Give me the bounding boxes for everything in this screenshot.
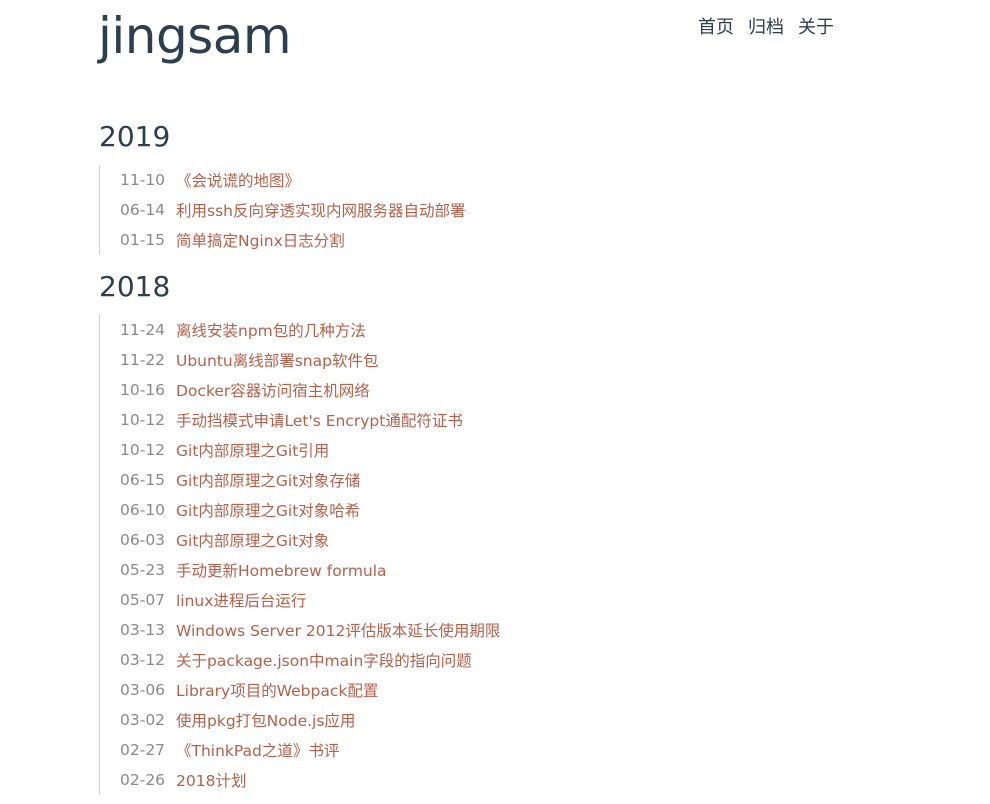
post-title-link[interactable]: 手动挡模式申请Let's Encrypt通配符证书 — [176, 409, 463, 431]
post-title-link[interactable]: 2018计划 — [176, 769, 246, 791]
post-date: 11-10 — [120, 171, 166, 189]
post-list: 11-24 离线安装npm包的几种方法 11-22 Ubuntu离线部署snap软件包… — [99, 315, 839, 795]
post-item: 02-26 2018计划 — [100, 765, 839, 795]
post-item: 11-10 《会说谎的地图》 — [100, 165, 839, 195]
year-section: 2018 11-24 离线安装npm包的几种方法 11-22 Ubuntu离线部署sna… — [99, 268, 839, 795]
post-title-link[interactable]: 利用ssh反向穿透实现内网服务器自动部署 — [176, 199, 465, 221]
post-title-link[interactable]: 《ThinkPad之道》书评 — [176, 739, 339, 761]
post-title-link[interactable]: 简单搞定Nginx日志分割 — [176, 229, 345, 251]
post-title-link[interactable]: Docker容器访问宿主机网络 — [176, 379, 370, 401]
post-date: 10-12 — [120, 411, 166, 429]
post-title-link[interactable]: 离线安装npm包的几种方法 — [176, 319, 366, 341]
post-title-link[interactable]: 使用pkg打包Node.js应用 — [176, 709, 355, 731]
post-title-link[interactable]: Git内部原理之Git对象哈希 — [176, 499, 360, 521]
post-list: 11-10 《会说谎的地图》 06-14 利用ssh反向穿透实现内网服务器自动部署 01… — [99, 165, 839, 255]
post-date: 01-15 — [120, 231, 166, 249]
nav-home-link[interactable]: 首页 — [698, 16, 734, 40]
post-item: 06-03 Git内部原理之Git对象 — [100, 525, 839, 555]
post-date: 03-06 — [120, 681, 166, 699]
post-item: 11-22 Ubuntu离线部署snap软件包 — [100, 345, 839, 375]
post-item: 06-14 利用ssh反向穿透实现内网服务器自动部署 — [100, 195, 839, 225]
site-header: jingsam 首页 归档 关于 — [98, 0, 838, 80]
page: jingsam 首页 归档 关于 2019 11-10 《会说谎的地图》 06-14 利… — [0, 0, 990, 804]
post-item: 10-12 手动挡模式申请Let's Encrypt通配符证书 — [100, 405, 839, 435]
post-item: 05-07 linux进程后台运行 — [100, 585, 839, 615]
post-date: 06-03 — [120, 531, 166, 549]
post-title-link[interactable]: linux进程后台运行 — [176, 589, 306, 611]
post-item: 01-15 简单搞定Nginx日志分割 — [100, 225, 839, 255]
post-date: 02-27 — [120, 741, 166, 759]
post-item: 03-12 关于package.json中main字段的指向问题 — [100, 645, 839, 675]
post-item: 03-02 使用pkg打包Node.js应用 — [100, 705, 839, 735]
archive-list: 2019 11-10 《会说谎的地图》 06-14 利用ssh反向穿透实现内网服务器自动… — [99, 118, 839, 795]
post-date: 06-10 — [120, 501, 166, 519]
year-heading: 2019 — [99, 120, 171, 153]
post-title-link[interactable]: Windows Server 2012评估版本延长使用期限 — [176, 619, 500, 641]
post-date: 11-22 — [120, 351, 166, 369]
post-title-link[interactable]: Git内部原理之Git对象 — [176, 529, 329, 551]
post-title-link[interactable]: Git内部原理之Git对象存储 — [176, 469, 360, 491]
site-title-link[interactable]: jingsam — [98, 6, 292, 66]
year-heading: 2018 — [99, 270, 171, 303]
post-item: 10-12 Git内部原理之Git引用 — [100, 435, 839, 465]
post-title-link[interactable]: Ubuntu离线部署snap软件包 — [176, 349, 378, 371]
post-item: 06-15 Git内部原理之Git对象存储 — [100, 465, 839, 495]
post-date: 06-15 — [120, 471, 166, 489]
post-date: 03-02 — [120, 711, 166, 729]
post-date: 05-07 — [120, 591, 166, 609]
post-title-link[interactable]: Library项目的Webpack配置 — [176, 679, 378, 701]
nav-about-link[interactable]: 关于 — [798, 16, 834, 40]
post-date: 10-12 — [120, 441, 166, 459]
post-date: 05-23 — [120, 561, 166, 579]
main-nav: 首页 归档 关于 — [698, 16, 834, 40]
post-date: 03-13 — [120, 621, 166, 639]
year-section: 2019 11-10 《会说谎的地图》 06-14 利用ssh反向穿透实现内网服务器自动… — [99, 118, 839, 255]
post-item: 11-24 离线安装npm包的几种方法 — [100, 315, 839, 345]
post-item: 02-27 《ThinkPad之道》书评 — [100, 735, 839, 765]
post-date: 06-14 — [120, 201, 166, 219]
post-title-link[interactable]: Git内部原理之Git引用 — [176, 439, 329, 461]
post-date: 11-24 — [120, 321, 166, 339]
post-title-link[interactable]: 手动更新Homebrew formula — [176, 559, 387, 581]
post-item: 10-16 Docker容器访问宿主机网络 — [100, 375, 839, 405]
post-item: 06-10 Git内部原理之Git对象哈希 — [100, 495, 839, 525]
post-item: 05-23 手动更新Homebrew formula — [100, 555, 839, 585]
post-item: 03-13 Windows Server 2012评估版本延长使用期限 — [100, 615, 839, 645]
post-date: 03-12 — [120, 651, 166, 669]
post-item: 03-06 Library项目的Webpack配置 — [100, 675, 839, 705]
post-title-link[interactable]: 《会说谎的地图》 — [176, 169, 300, 191]
post-title-link[interactable]: 关于package.json中main字段的指向问题 — [176, 649, 472, 671]
post-date: 02-26 — [120, 771, 166, 789]
nav-archive-link[interactable]: 归档 — [748, 16, 784, 40]
post-date: 10-16 — [120, 381, 166, 399]
